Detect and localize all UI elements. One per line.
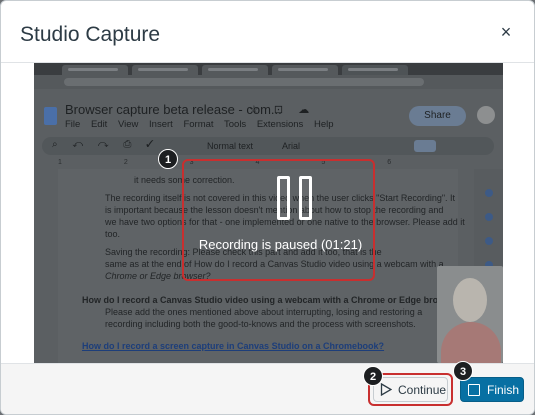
- callout-1: 1: [158, 149, 178, 169]
- callout-2: 2: [363, 366, 383, 386]
- doc-line: too.: [105, 229, 121, 239]
- calendar-icon: [485, 189, 493, 197]
- browser-tab-active: [342, 65, 408, 75]
- callout-3: 3: [453, 361, 473, 381]
- avatar: [477, 106, 495, 124]
- doc-line: recording including both the good-to-kno…: [105, 319, 416, 329]
- share-button: Share: [409, 106, 466, 126]
- browser-tab: [132, 65, 198, 75]
- doc-menu: File Edit View Insert Format Tools Exten…: [65, 119, 342, 130]
- doc-toolbar: ⌕ ↶ ↷ ⎙ ✓ Normal text Arial: [42, 137, 494, 155]
- browser-tabbar: [34, 63, 503, 75]
- star-icon: ☆ ⊡ ☁: [249, 104, 316, 116]
- doc-line: Please add the ones mentioned above abou…: [105, 307, 423, 317]
- menu-format: Format: [183, 119, 214, 130]
- recording-paused-status: Recording is paused (01:21): [198, 237, 363, 252]
- studio-capture-modal: Studio Capture × Browser capture beta re…: [0, 0, 535, 415]
- modal-header: Studio Capture ×: [1, 1, 534, 63]
- browser-urlbar: [34, 75, 503, 89]
- menu-edit: Edit: [90, 119, 108, 130]
- edit-mode-icon: [414, 140, 436, 152]
- webcam-preview: [437, 266, 503, 363]
- doc-link: How do I record a screen capture in Canv…: [82, 341, 385, 351]
- menu-tools: Tools: [224, 119, 247, 130]
- menu-view: View: [117, 119, 139, 130]
- menu-extensions: Extensions: [256, 119, 304, 130]
- modal-title: Studio Capture: [20, 23, 161, 46]
- pause-icon: [277, 176, 313, 220]
- finish-button[interactable]: Finish: [460, 377, 524, 402]
- docs-logo-icon: [44, 107, 57, 125]
- font-select: Arial: [282, 141, 301, 151]
- stop-icon: [468, 384, 480, 396]
- play-icon: [380, 383, 392, 396]
- browser-tab: [62, 65, 128, 75]
- capture-preview: Browser capture beta release - com... ☆ …: [34, 63, 503, 363]
- continue-label: Continue: [398, 383, 447, 397]
- continue-button[interactable]: Continue: [373, 377, 448, 402]
- menu-file: File: [65, 119, 81, 130]
- browser-tab: [272, 65, 338, 75]
- tasks-icon: [485, 237, 493, 245]
- finish-label: Finish: [487, 383, 520, 397]
- menu-insert: Insert: [149, 119, 173, 130]
- close-icon[interactable]: ×: [498, 23, 514, 41]
- style-select: Normal text: [207, 141, 254, 151]
- browser-tab: [202, 65, 268, 75]
- undo-icon: ⌕ ↶ ↷ ⎙ ✓: [52, 139, 160, 150]
- menu-help: Help: [313, 119, 334, 130]
- keep-icon: [485, 213, 493, 221]
- doc-heading: How do I record a Canvas Studio video us…: [82, 295, 465, 305]
